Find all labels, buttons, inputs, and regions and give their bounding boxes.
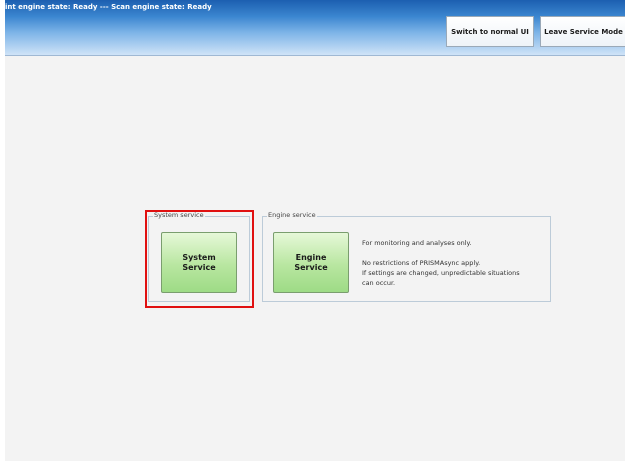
highlight-frame bbox=[145, 210, 254, 308]
engine-service-legend: Engine service bbox=[267, 211, 317, 219]
engine-status-text: int engine state: Ready --- Scan engine … bbox=[5, 3, 212, 11]
engine-info-restrictions: No restrictions of PRISMAsync apply. bbox=[362, 259, 481, 267]
engine-info-warning: If settings are changed, unpredictable s… bbox=[362, 269, 520, 277]
header-bar: int engine state: Ready --- Scan engine … bbox=[5, 0, 625, 56]
engine-info-monitoring: For monitoring and analyses only. bbox=[362, 239, 472, 247]
engine-service-label-line2: Service bbox=[294, 262, 328, 272]
leave-service-mode-button[interactable]: Leave Service Mode bbox=[540, 16, 625, 47]
engine-info-warning-cont: can occur. bbox=[362, 279, 396, 287]
engine-service-label-line1: Engine bbox=[295, 252, 327, 262]
engine-service-button[interactable]: Engine Service bbox=[273, 232, 349, 293]
switch-to-normal-ui-button[interactable]: Switch to normal UI bbox=[446, 16, 534, 47]
